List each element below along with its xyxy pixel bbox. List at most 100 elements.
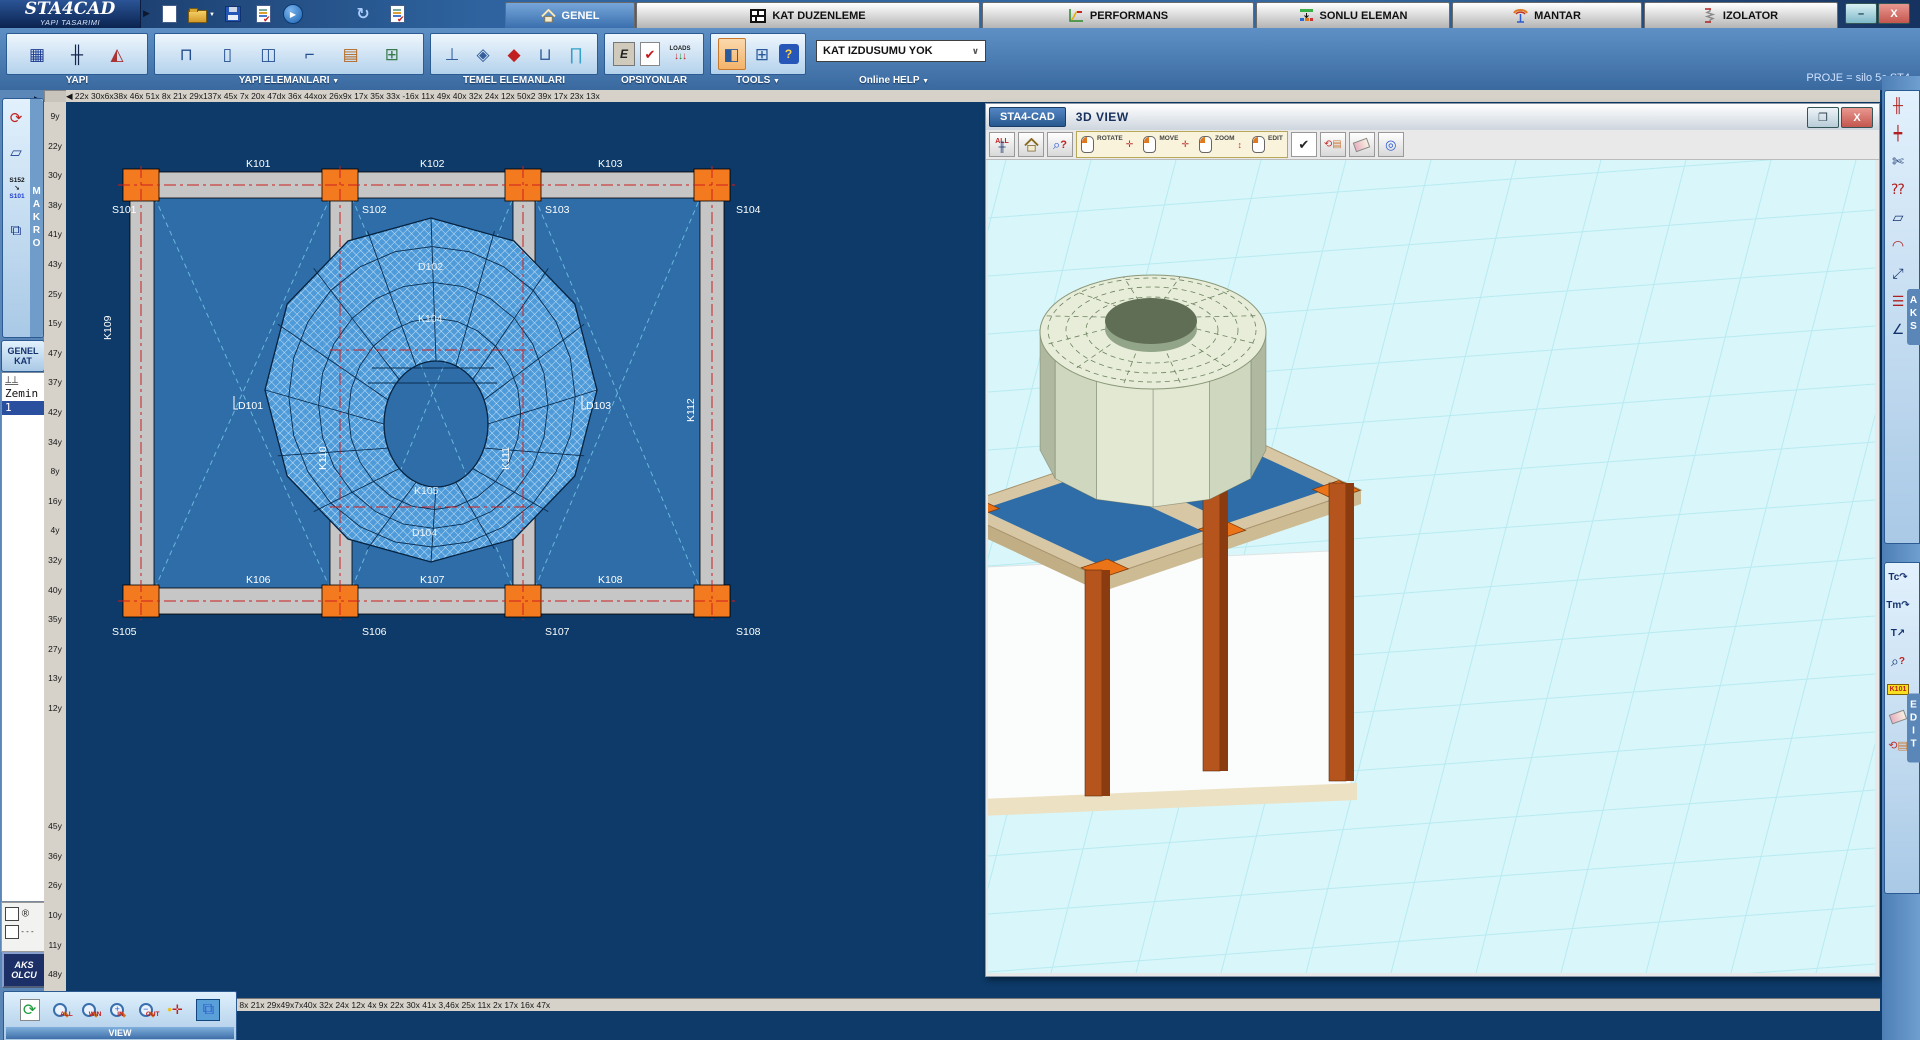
save-button[interactable]	[222, 3, 244, 25]
axis-trim-icon[interactable]: ✄	[1885, 147, 1911, 175]
zoom-all-button[interactable]: ALL	[53, 1003, 68, 1018]
strip-foundation-icon[interactable]: ⊔	[532, 39, 558, 69]
slab-icon[interactable]: ⊞	[379, 39, 405, 69]
beam-icon[interactable]: ⊓	[173, 39, 199, 69]
aks-section-tab[interactable]: AKS	[1907, 289, 1920, 345]
dropdown-value: KAT IZDUSUMU YOK	[823, 45, 933, 57]
masonry-wall-icon[interactable]: ▤	[338, 39, 364, 69]
checklist-button[interactable]: ✔	[386, 3, 408, 25]
new-file-button[interactable]	[158, 3, 180, 25]
mouse-zoom-mode[interactable]: ZOOM↕	[1199, 136, 1242, 153]
report-button[interactable]: ✔	[252, 3, 274, 25]
find-element-icon[interactable]: ⌕?	[1885, 647, 1911, 675]
footing-icon[interactable]: ⊥	[439, 39, 465, 69]
tab-sonlu-eleman[interactable]: SONLU ELEMAN	[1256, 2, 1450, 28]
online-help-label[interactable]: Online HELP ▼	[816, 75, 972, 86]
zoom-window-button[interactable]: WIN	[82, 1003, 97, 1018]
help-book-icon[interactable]: ?	[779, 44, 799, 64]
axis-circle-option[interactable]: ®	[5, 907, 41, 921]
floor-list-item[interactable]: Zemin	[2, 387, 44, 401]
show-all-frames-button[interactable]: ALL╫	[989, 132, 1015, 157]
grid-window-icon[interactable]: ⊞	[749, 39, 775, 69]
pile-icon[interactable]: ∏	[563, 39, 589, 69]
soil-icon[interactable]: E	[613, 42, 635, 66]
collapse-arrow-icon[interactable]: ▶	[143, 8, 150, 19]
text-move-icon[interactable]: Tm↷	[1885, 591, 1911, 619]
frame-icon: ╫	[998, 145, 1005, 151]
open-caret-icon[interactable]: ▼	[209, 12, 215, 18]
polyline-wall-icon[interactable]: ⌐	[297, 39, 323, 69]
axis-arc-icon[interactable]: ◠	[1885, 231, 1911, 259]
floor-list-item[interactable]: ⊥⊥	[2, 373, 44, 387]
minimize-button[interactable]: –	[1845, 3, 1877, 24]
toggle-checkbox[interactable]: ✔	[1291, 132, 1317, 157]
rotate-element-button[interactable]: ⟲▤	[1320, 132, 1346, 157]
tab-mantar-label: MANTAR	[1534, 10, 1581, 22]
print-preview-button[interactable]: ◎	[1378, 132, 1404, 157]
axis-stretch-icon[interactable]: ⤢	[1885, 259, 1911, 287]
tab-performans[interactable]: PERFORMANS	[982, 2, 1254, 28]
axis-dash-option[interactable]: - - -	[5, 925, 41, 939]
refresh-button[interactable]: ↻	[352, 3, 374, 25]
macro-plane-icon[interactable]: ▱	[3, 139, 29, 165]
column-rect-icon[interactable]: ◫	[255, 39, 281, 69]
loads-icon[interactable]: LOADS↓↓↓	[665, 39, 695, 69]
column-t-icon[interactable]: ▯	[214, 39, 240, 69]
tab-mantar[interactable]: MANTAR	[1452, 2, 1642, 28]
axis-parallel-icon[interactable]: ▱	[1885, 203, 1911, 231]
mouse-move-mode[interactable]: MOVE✛	[1143, 136, 1189, 153]
viewer-3d-canvas[interactable]	[988, 160, 1875, 973]
zoom-out-button[interactable]: −OUT	[139, 1003, 154, 1018]
pad-foundation-icon[interactable]: ◈	[470, 39, 496, 69]
zoom-out-label: OUT	[146, 1011, 160, 1018]
svg-text:K105: K105	[414, 485, 439, 497]
macro-window-icon[interactable]: ⧉	[3, 217, 29, 243]
axis-insert-icon[interactable]: ┿	[1885, 119, 1911, 147]
aks-olcu-button[interactable]: AKS OLCU	[2, 952, 46, 988]
building-icon[interactable]: ▦	[24, 39, 50, 69]
open-file-button[interactable]	[186, 3, 208, 25]
shell-foundation-icon[interactable]: ◆	[501, 39, 527, 69]
close-button[interactable]: X	[1878, 3, 1910, 24]
redraw-icon[interactable]: ⟳	[20, 999, 40, 1021]
kat-izdusumu-dropdown[interactable]: KAT IZDUSUMU YOK ∨	[816, 40, 986, 62]
frame-icon[interactable]: ╫	[64, 39, 90, 69]
app-logo-title: STA4CAD	[0, 1, 140, 18]
aks-section-label: AKS	[1908, 295, 1919, 334]
text-copy-icon[interactable]: Tc↷	[1885, 563, 1911, 591]
zoom-in-button[interactable]: +IN	[110, 1003, 125, 1018]
tab-izolator[interactable]: IZOLATOR	[1644, 2, 1838, 28]
home-view-button[interactable]	[1018, 132, 1044, 157]
new-file-icon	[162, 5, 177, 23]
mouse-icon	[1252, 136, 1265, 153]
tab-genel[interactable]: GENEL	[505, 2, 635, 28]
home-icon	[541, 9, 556, 23]
mouse-rotate-mode[interactable]: ROTATE✛	[1081, 136, 1133, 153]
axis-query-icon[interactable]: ⁇	[1885, 175, 1911, 203]
retaining-wall-icon[interactable]: ◭	[104, 39, 130, 69]
viewer-close-button[interactable]: X	[1841, 107, 1873, 128]
bottom-ruler[interactable]: 18x 1x 7x 51x,50x28x,39xx 44xx ,23x ,13x…	[66, 998, 1880, 1012]
viewer-3d-titlebar[interactable]: STA4-CAD 3D VIEW ❐ X	[986, 104, 1879, 131]
mouse-edit-mode[interactable]: EDIT	[1252, 136, 1283, 153]
axis-dimension-icon[interactable]: ╫	[1885, 91, 1911, 119]
options-check-icon[interactable]: ✔	[640, 42, 660, 66]
query-element-button[interactable]: ⌕?	[1047, 132, 1073, 157]
text-rotate-icon[interactable]: T↗	[1885, 619, 1911, 647]
pan-icon[interactable]: ⧉	[196, 999, 220, 1021]
view-3d-cube-icon[interactable]: ◧	[718, 38, 746, 70]
title-bar: STA4CAD YAPI TASARIMI ▶ ▼ ✔ ▶ ↻ ✔ GENEL …	[0, 0, 1920, 28]
center-point-icon[interactable]: •✛	[167, 1002, 182, 1018]
run-analysis-button[interactable]: ▶	[282, 3, 304, 25]
left-ruler[interactable]: 9y 22y 30y 38y 41y 43y 25y 15y 47y 37y 4…	[44, 102, 67, 998]
edit-section-tab[interactable]: EDIT	[1907, 694, 1920, 763]
project-name-label: PROJE = silo 5c.ST4	[1700, 72, 1910, 84]
erase-button[interactable]	[1349, 132, 1375, 157]
macro-refresh-icon[interactable]: ⟳	[3, 105, 29, 131]
floor-plan-drawing[interactable]: K101 K102 K103 K106 K107 K108 S101 S102 …	[66, 102, 985, 998]
renumber-icon[interactable]: S152 ↘ S101	[4, 177, 30, 201]
floor-list-item-selected[interactable]: 1	[2, 401, 44, 415]
viewer-maximize-button[interactable]: ❐	[1807, 107, 1839, 128]
tab-kat-duzenleme[interactable]: KAT DUZENLEME	[636, 2, 980, 28]
makro-tab[interactable]: MAKRO	[30, 99, 43, 337]
